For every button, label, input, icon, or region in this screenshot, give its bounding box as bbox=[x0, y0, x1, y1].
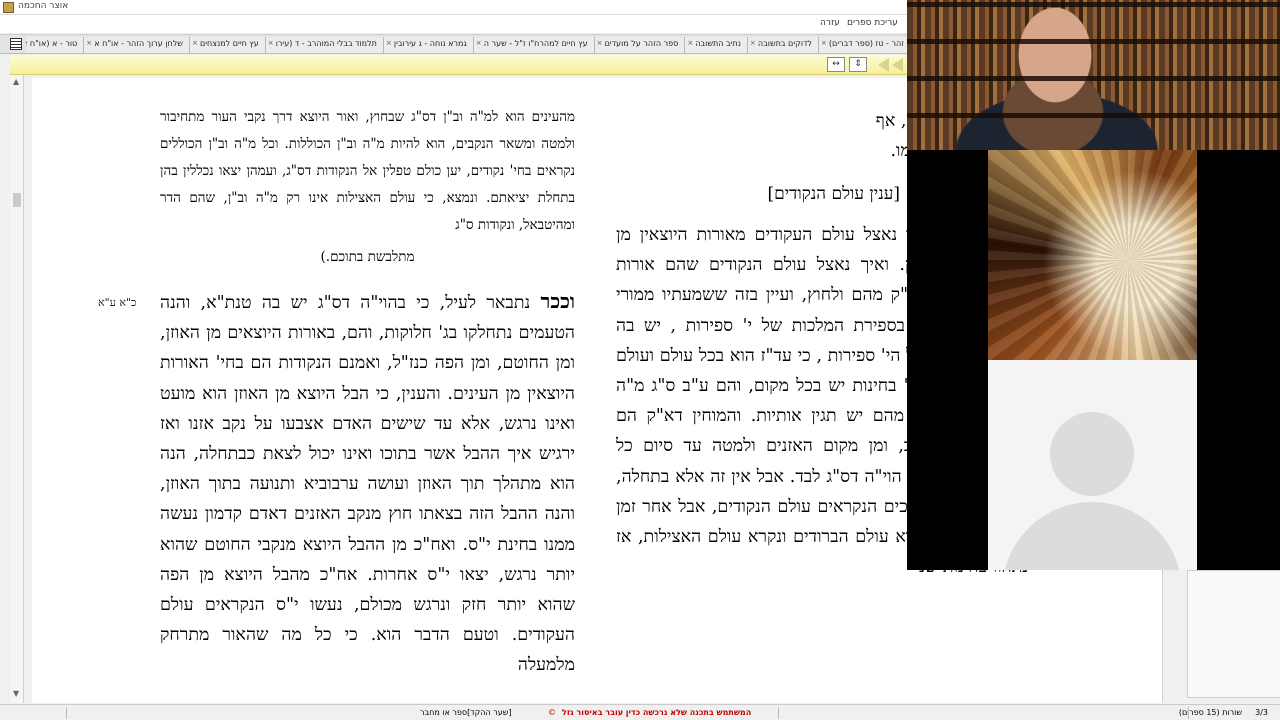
tab-close-icon[interactable]: × bbox=[750, 39, 756, 47]
copyright-icon: © bbox=[548, 708, 556, 717]
status-divider bbox=[66, 707, 67, 719]
status-bar: 3/3 שורות (15 ספרים) המשתמש בתכנה שלא נר… bbox=[0, 704, 1280, 720]
tab-label: נתיב התשובה bbox=[695, 39, 741, 48]
vertical-scrollbar[interactable]: ▲ ▼ bbox=[10, 75, 24, 703]
presenter-video bbox=[907, 0, 1280, 150]
status-book: [שער ההקד]ספר או מחבר bbox=[420, 708, 512, 717]
tab-6[interactable]: תלמוד בבלי המוהרב - ד (עירו × bbox=[264, 37, 383, 53]
tab-label: גמרא נוחה - ג עירובין bbox=[393, 39, 467, 48]
tab-9[interactable]: טור - א (או"ח א - קכו)× bbox=[26, 37, 84, 53]
fit-width-button[interactable]: ↔ bbox=[827, 57, 845, 72]
avatar-body-icon bbox=[1002, 502, 1182, 570]
status-pages: 3/3 bbox=[1255, 708, 1268, 717]
left-small-paragraph: מהעינים הוא למ"ה וב"ן דס"ג שבחוץ, ואור ה… bbox=[160, 109, 575, 233]
tab-label: שלחן ערוך הזהר - או"ח א bbox=[94, 39, 183, 48]
app-icon bbox=[3, 2, 14, 13]
tab-close-icon[interactable]: × bbox=[476, 39, 482, 47]
hamburger-icon[interactable] bbox=[10, 38, 22, 50]
prev-arrow-icon[interactable] bbox=[878, 58, 889, 72]
first-arrow-icon[interactable] bbox=[892, 58, 903, 72]
scroll-thumb[interactable] bbox=[13, 193, 21, 207]
status-divider bbox=[1188, 707, 1189, 719]
left-big-paragraph-text: נתבאר לעיל, כי בהוי"ה דס"ג יש בה טנת"א, … bbox=[160, 293, 575, 676]
paragraph-lead-word: וככר bbox=[540, 289, 576, 313]
app-window: אוצר החכמה עריכת ספרים עזרה זהר - טז (ספ… bbox=[0, 0, 1280, 720]
tab-label: תלמוד בבלי המוהרב - ד (עירו bbox=[275, 39, 377, 48]
margin-reference: כ"א ע"א bbox=[98, 296, 137, 309]
tab-label: עץ חיים למהרח"ו ז"ל - שער ה bbox=[483, 39, 588, 48]
license-warning: המשתמש בתכנה שלא נרכשה כדין עובר באיסור … bbox=[562, 708, 752, 717]
tab-close-icon[interactable]: × bbox=[597, 39, 603, 47]
status-divider bbox=[778, 707, 779, 719]
side-panel-box bbox=[1187, 570, 1280, 698]
tab-close-icon[interactable]: × bbox=[821, 39, 827, 47]
scroll-down-icon[interactable]: ▼ bbox=[13, 689, 19, 698]
tab-label: לדוקים בתשובה bbox=[757, 39, 812, 48]
tab-close-icon[interactable]: × bbox=[386, 39, 392, 47]
tab-strip: זהר - טז (ספר דברים) × לדוקים בתשובה × נתיב … bbox=[26, 37, 910, 53]
tab-1[interactable]: לדוקים בתשובה × bbox=[746, 37, 818, 53]
tab-close-icon[interactable]: × bbox=[192, 39, 198, 47]
section-heading: [ענין עולם הנקודים] bbox=[767, 184, 900, 204]
menu-help[interactable]: עזרה bbox=[820, 18, 840, 28]
tab-label: ספר הזהר על מועדים bbox=[604, 39, 679, 48]
left-small-last-line: מתלבשת בתוכם.) bbox=[320, 249, 415, 265]
participant-video-clock bbox=[988, 150, 1197, 360]
tab-close-icon[interactable]: × bbox=[86, 39, 92, 47]
tab-2[interactable]: נתיב התשובה × bbox=[684, 37, 747, 53]
tab-0[interactable]: זהר - טז (ספר דברים) × bbox=[817, 37, 910, 53]
tab-close-icon[interactable]: × bbox=[268, 39, 274, 47]
tab-4[interactable]: עץ חיים למהרח"ו ז"ל - שער ה × bbox=[472, 37, 594, 53]
motion-blur bbox=[988, 150, 1197, 360]
menu-edit-books[interactable]: עריכת ספרים bbox=[847, 18, 898, 28]
avatar-head-icon bbox=[1050, 412, 1134, 496]
tab-5[interactable]: גמרא נוחה - ג עירובין × bbox=[382, 37, 473, 53]
tab-label: טור - א (או"ח א - קכו) bbox=[26, 39, 78, 48]
fit-page-button[interactable]: ⇕ bbox=[849, 57, 867, 72]
tab-label: עץ חיים למנצחים bbox=[199, 39, 259, 48]
tab-8[interactable]: שלחן ערוך הזהר - או"ח א × bbox=[83, 37, 189, 53]
participant-avatar-tile bbox=[988, 360, 1197, 570]
scroll-up-icon[interactable]: ▲ bbox=[13, 77, 19, 86]
window-title: אוצר החכמה bbox=[18, 1, 69, 11]
bookshelf-background bbox=[907, 0, 1280, 150]
tab-label: זהר - טז (ספר דברים) bbox=[828, 39, 904, 48]
tab-close-icon[interactable]: × bbox=[687, 39, 693, 47]
tab-7[interactable]: עץ חיים למנצחים × bbox=[188, 37, 265, 53]
left-big-paragraph: וככר נתבאר לעיל, כי בהוי"ה דס"ג יש בה טנ… bbox=[160, 286, 575, 681]
tab-3[interactable]: ספר הזהר על מועדים × bbox=[593, 37, 685, 53]
